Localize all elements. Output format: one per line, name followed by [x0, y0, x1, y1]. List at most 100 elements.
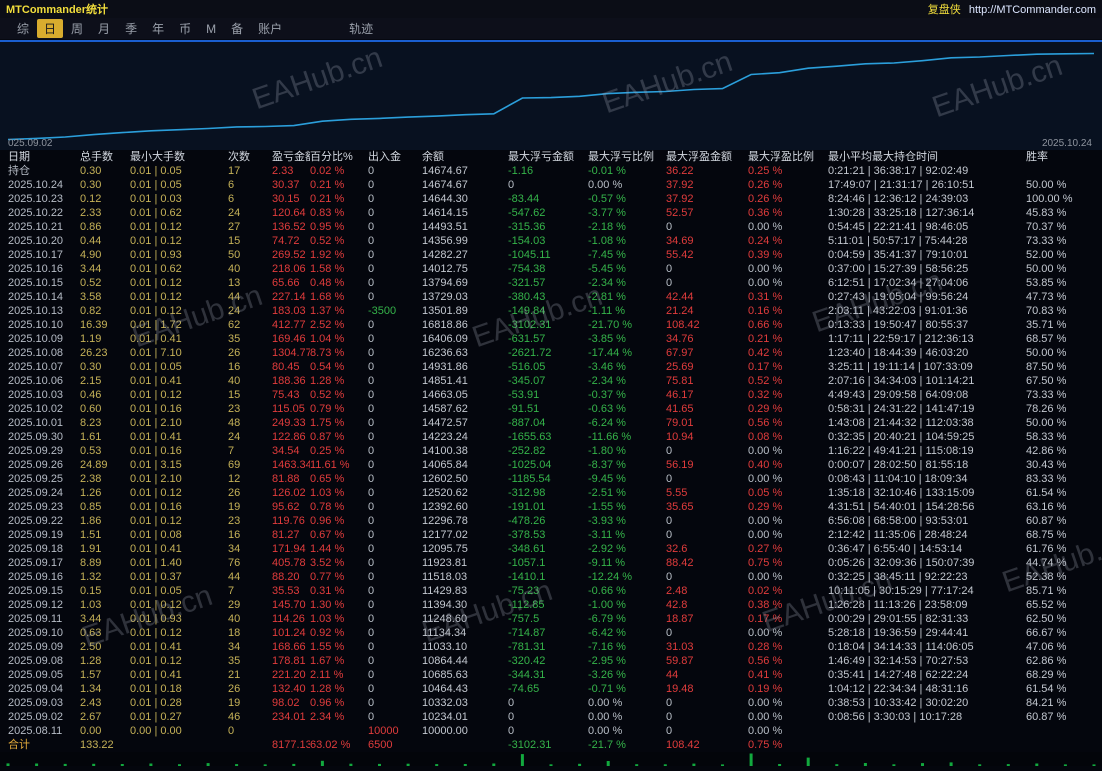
table-row[interactable]: 2025.09.23 0.85 0.01 | 0.16 19 95.62 0.78 % 0 1…	[0, 500, 1102, 514]
menu-item-currency[interactable]: 币	[172, 19, 198, 38]
table-row[interactable]: 2025.10.21 0.86 0.01 | 0.12 27 136.52 0.95 % 0…	[0, 220, 1102, 234]
table-row[interactable]: 2025.09.10 0.63 0.01 | 0.12 18 101.24 0.92 % 0…	[0, 626, 1102, 640]
cell: 0:35:41 | 14:27:48 | 62:22:24	[828, 669, 969, 681]
cell: 0	[666, 473, 673, 485]
cell: 0.26 %	[748, 179, 783, 191]
table-row[interactable]: 2025.09.08 1.28 0.01 | 0.12 35 178.81 1.67 % 0…	[0, 654, 1102, 668]
table-row[interactable]: 2025.10.24 0.30 0.01 | 0.05 6 30.37 0.21 % 0 14…	[0, 178, 1102, 192]
cell: 76	[228, 557, 241, 569]
cell: -8.37 %	[588, 459, 626, 471]
table-row[interactable]: 2025.09.02 2.67 0.01 | 0.27 46 234.01 2.34 % 0…	[0, 710, 1102, 724]
table-row[interactable]: 2025.09.04 1.34 0.01 | 0.18 26 132.40 1.28 % 0…	[0, 682, 1102, 696]
menu-item-day[interactable]: 日	[37, 19, 64, 38]
table-row[interactable]: 2025.10.08 26.23 0.01 | 7.10 26 1304.77 8.73 …	[0, 346, 1102, 360]
table-row[interactable]: 2025.10.14 3.58 0.01 | 0.12 44 227.14 1.68 % 0…	[0, 290, 1102, 304]
cell: 0.01 | 0.93	[130, 613, 182, 625]
cell: 5.55	[666, 487, 688, 499]
cell: 45.83 %	[1026, 207, 1067, 219]
table-row[interactable]: 2025.08.11 0.00 0.00 | 0.00 0 10000 10000.00 0…	[0, 724, 1102, 738]
table-row[interactable]: 2025.09.03 2.43 0.01 | 0.28 19 98.02 0.96 % 0 1…	[0, 696, 1102, 710]
table-row[interactable]: 2025.09.19 1.51 0.01 | 0.08 16 81.27 0.67 % 0 1…	[0, 528, 1102, 542]
cell: 44	[228, 571, 241, 583]
table-row[interactable]: 2025.09.24 1.26 0.01 | 0.12 26 126.02 1.03 % 0…	[0, 486, 1102, 500]
cell: 0:18:04 | 34:14:33 | 114:06:05	[828, 641, 974, 653]
cell: 4:31:51 | 54:40:01 | 154:28:56	[828, 501, 975, 513]
menu-item-comprehensive[interactable]: 综	[10, 19, 36, 38]
cell: 0.01 | 1.40	[130, 557, 182, 569]
cell: 2025.09.10	[8, 627, 64, 639]
cell: 23	[228, 403, 241, 415]
table-row[interactable]: 2025.09.25 2.38 0.01 | 2.10 12 81.88 0.65 % 0 1…	[0, 472, 1102, 486]
menu-item-trajectory[interactable]: 轨迹	[342, 19, 380, 38]
table-row[interactable]: 2025.09.30 1.61 0.01 | 0.41 24 122.86 0.87 % 0…	[0, 430, 1102, 444]
table-row[interactable]: 2025.10.22 2.33 0.01 | 0.62 24 120.64 0.83 % 0…	[0, 206, 1102, 220]
table-row[interactable]: 2025.09.15 0.15 0.01 | 0.05 7 35.53 0.31 % 0 11…	[0, 584, 1102, 598]
cell: 119.76	[272, 515, 305, 527]
cell: 0.00 %	[748, 711, 783, 723]
cell: 1.55 %	[310, 641, 345, 653]
cell: 0.78 %	[310, 501, 345, 513]
cell: -2.51 %	[588, 487, 626, 499]
cell: 87.50 %	[1026, 361, 1067, 373]
menu-item-quarter[interactable]: 季	[118, 19, 144, 38]
table-row[interactable]: 2025.10.07 0.30 0.01 | 0.05 16 80.45 0.54 % 0 1…	[0, 360, 1102, 374]
cell: 2025.09.05	[8, 669, 64, 681]
cell: 0.56 %	[748, 417, 783, 429]
cell	[310, 724, 368, 738]
cell: 8:24:46 | 12:36:12 | 24:39:03	[828, 193, 969, 205]
table-row[interactable]: 2025.10.23 0.12 0.01 | 0.03 6 30.15 0.21 % 0 14…	[0, 192, 1102, 206]
table-row[interactable]: 持仓 0.30 0.01 | 0.05 17 2.33 0.02 % 0 14674.67 -1…	[0, 164, 1102, 178]
table-row[interactable]: 2025.10.03 0.46 0.01 | 0.12 15 75.43 0.52 % 0 1…	[0, 388, 1102, 402]
table-row[interactable]: 2025.09.05 1.57 0.01 | 0.41 21 221.20 2.11 % 0…	[0, 668, 1102, 682]
cell: 0.01 | 0.16	[130, 445, 182, 457]
cell: 40	[228, 263, 241, 275]
table-row[interactable]: 2025.10.06 2.15 0.01 | 0.41 40 188.36 1.28 % 0…	[0, 374, 1102, 388]
table-row[interactable]: 2025.09.17 8.89 0.01 | 1.40 76 405.78 3.52 % 0…	[0, 556, 1102, 570]
table-row[interactable]: 2025.10.17 4.90 0.01 | 0.93 50 269.52 1.92 % 0…	[0, 248, 1102, 262]
cell: -11.66 %	[588, 431, 632, 443]
cell: 0.00 %	[588, 725, 623, 737]
table-row[interactable]: 2025.10.16 3.44 0.01 | 0.62 40 218.06 1.58 % 0…	[0, 262, 1102, 276]
table-row[interactable]: 2025.09.11 3.44 0.01 | 0.93 40 114.26 1.03 % 0…	[0, 612, 1102, 626]
cell: -3500	[368, 305, 397, 317]
cell: 63.02 %	[310, 739, 351, 751]
table-row[interactable]: 2025.10.20 0.44 0.01 | 0.12 15 74.72 0.52 % 0 1…	[0, 234, 1102, 248]
menu-item-account[interactable]: 账户	[251, 19, 289, 38]
totals-row[interactable]: 合计 133.22 8177.13 63.02 % 6500 -3102.31 -21.7 …	[0, 738, 1102, 752]
table-row[interactable]: 2025.10.13 0.82 0.01 | 0.12 24 183.03 1.37 % -…	[0, 304, 1102, 318]
table-row[interactable]: 2025.09.29 0.53 0.01 | 0.16 7 34.54 0.25 % 0 14…	[0, 444, 1102, 458]
table-row[interactable]: 2025.10.15 0.52 0.01 | 0.12 13 65.66 0.48 % 0 1…	[0, 276, 1102, 290]
table-row[interactable]: 2025.10.02 0.60 0.01 | 0.16 23 115.05 0.79 % 0…	[0, 402, 1102, 416]
menu-item-year[interactable]: 年	[145, 19, 171, 38]
menu-item-month[interactable]: 月	[91, 19, 117, 38]
table-row[interactable]: 2025.09.26 24.89 0.01 | 3.15 69 1463.34 11.61…	[0, 458, 1102, 472]
cell: 0	[368, 697, 375, 709]
cell: 1.86	[80, 515, 102, 527]
cell: 2025.10.09	[8, 333, 64, 345]
cell: 0	[368, 501, 375, 513]
cell: 16	[228, 361, 241, 373]
table-row[interactable]: 2025.09.12 1.03 0.01 | 0.12 29 145.70 1.30 % 0…	[0, 598, 1102, 612]
cell: 2025.10.16	[8, 263, 64, 275]
table-row[interactable]: 2025.09.09 2.50 0.01 | 0.41 34 168.66 1.55 % 0…	[0, 640, 1102, 654]
table-row[interactable]: 2025.10.10 16.39 0.01 | 1.72 62 412.77 2.52 %…	[0, 318, 1102, 332]
table-row[interactable]: 2025.10.09 1.19 0.01 | 0.41 35 169.46 1.04 % 0…	[0, 332, 1102, 346]
table-row[interactable]: 2025.09.16 1.32 0.01 | 0.37 44 88.20 0.77 % 0 1…	[0, 570, 1102, 584]
cell: 0:00:07 | 28:02:50 | 81:55:18	[828, 459, 969, 471]
cell: 2025.10.02	[8, 403, 64, 415]
cell: 115.05	[272, 403, 305, 415]
cell: 26	[228, 683, 241, 695]
menu-item-backup[interactable]: 备	[224, 19, 250, 38]
cell: 14065.84	[422, 459, 468, 471]
brand-url-link[interactable]: http://MTCommander.com	[969, 4, 1096, 16]
table-row[interactable]: 2025.10.01 8.23 0.01 | 2.10 48 249.33 1.75 % 0…	[0, 416, 1102, 430]
menu-item-week[interactable]: 周	[64, 19, 90, 38]
cell: 24	[228, 431, 241, 443]
cell: 23	[228, 515, 241, 527]
table-row[interactable]: 2025.09.18 1.91 0.01 | 0.41 34 171.94 1.44 % 0…	[0, 542, 1102, 556]
cell: -1057.1	[508, 557, 546, 569]
table-row[interactable]: 2025.09.22 1.86 0.01 | 0.12 23 119.76 0.96 % 0…	[0, 514, 1102, 528]
menu-item-m[interactable]: M	[199, 21, 223, 37]
cell: 0	[368, 445, 375, 457]
cell: 40	[228, 613, 241, 625]
